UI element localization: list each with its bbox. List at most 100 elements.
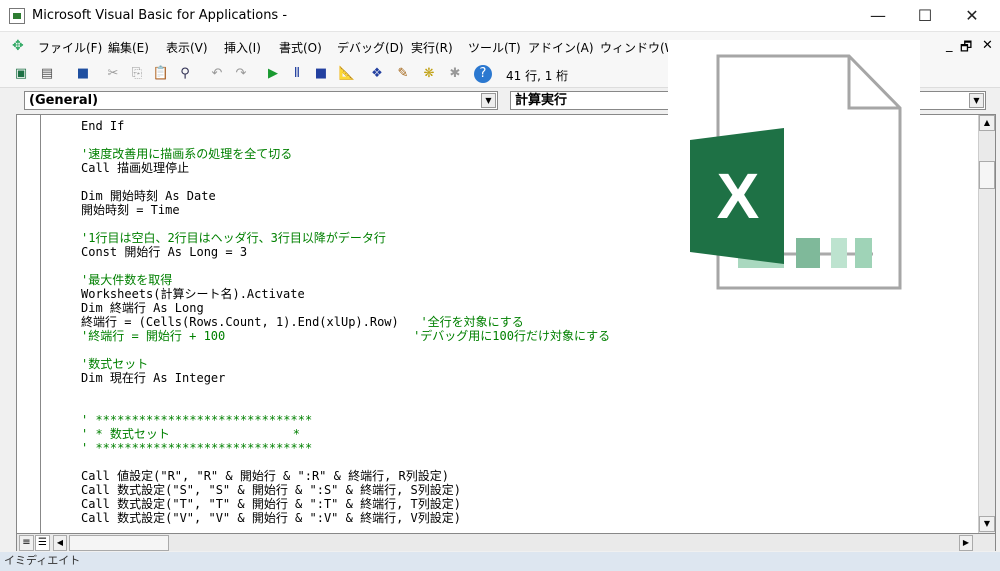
code-text: Call 数式設定("S", "S" & 開始行 & ":S" & 終端行, S… <box>81 483 461 497</box>
scroll-thumb[interactable] <box>979 161 995 189</box>
menu-format[interactable]: 書式(O) <box>279 39 322 56</box>
close-button[interactable]: ✕ <box>952 4 992 28</box>
save-icon[interactable]: ■ <box>74 65 92 83</box>
code-comment: '1行目は空白、2行目はヘッダ行、3行目以降がデータ行 <box>81 231 386 245</box>
code-comment: ' ****************************** <box>81 413 313 427</box>
horizontal-scrollbar[interactable]: ≡ ☰ ◀ ▶ <box>17 533 995 551</box>
vba-icon[interactable]: ✥ <box>12 38 24 54</box>
stop-icon[interactable]: ■ <box>312 65 330 83</box>
vertical-scrollbar[interactable]: ▲ ▼ <box>978 115 995 533</box>
code-text: Dim 現在行 As Integer <box>81 371 226 385</box>
code-comment: '最大件数を取得 <box>81 273 173 287</box>
code-text: Call 数式設定("V", "V" & 開始行 & ":V" & 終端行, V… <box>81 511 461 525</box>
code-text: 終端行 = (Cells(Rows.Count, 1).End(xlUp).Ro… <box>81 315 421 329</box>
code-line: Const 開始行 As Long = 3 <box>81 245 610 259</box>
full-module-view-icon[interactable]: ☰ <box>35 535 50 551</box>
code-text: Call 描画処理停止 <box>81 161 190 175</box>
code-text: Call 数式設定("T", "T" & 開始行 & ":T" & 終端行, T… <box>81 497 461 511</box>
code-line: End If <box>81 119 610 133</box>
app-icon <box>9 8 25 24</box>
menu-view[interactable]: 表示(V) <box>166 39 208 56</box>
toolbox-icon[interactable]: ✱ <box>446 65 464 83</box>
code-text: Dim 終端行 As Long <box>81 301 204 315</box>
object-browser-icon[interactable]: ❋ <box>420 65 438 83</box>
code-text: 開始時刻 = Time <box>81 203 180 217</box>
code-line: Dim 現在行 As Integer <box>81 371 610 385</box>
code-text: Call 値設定("R", "R" & 開始行 & ":R" & 終端行, R列… <box>81 469 449 483</box>
chevron-down-icon[interactable]: ▼ <box>969 93 984 108</box>
cursor-position: 41 行, 1 桁 <box>506 69 569 83</box>
project-explorer-icon[interactable]: ❖ <box>368 65 386 83</box>
code-comment: '速度改善用に描画系の処理を全て切る <box>81 147 293 161</box>
redo-icon[interactable]: ↷ <box>232 65 250 83</box>
code-comment: '全行を対象にする <box>420 315 524 329</box>
code-editor[interactable]: End If '速度改善用に描画系の処理を全て切る Call 描画処理停止 Dim… <box>81 119 610 525</box>
mdi-minimize-button[interactable]: _ <box>946 38 953 53</box>
title-bar: Microsoft Visual Basic for Applications … <box>0 0 1000 32</box>
scroll-left-icon[interactable]: ◀ <box>53 535 67 551</box>
procedure-view-icon[interactable]: ≡ <box>19 535 34 551</box>
chevron-down-icon[interactable]: ▼ <box>481 93 496 108</box>
code-line: '1行目は空白、2行目はヘッダ行、3行目以降がデータ行 <box>81 231 610 245</box>
menu-tools[interactable]: ツール(T) <box>468 39 521 56</box>
find-icon[interactable]: ⚲ <box>176 65 194 83</box>
insert-module-icon[interactable]: ▤ <box>38 65 56 83</box>
menu-debug[interactable]: デバッグ(D) <box>337 39 404 56</box>
paste-icon[interactable]: 📋 <box>152 65 170 83</box>
scroll-down-icon[interactable]: ▼ <box>979 516 995 532</box>
menu-run[interactable]: 実行(R) <box>411 39 453 56</box>
code-line: Call 描画処理停止 <box>81 161 610 175</box>
scroll-up-icon[interactable]: ▲ <box>979 115 995 131</box>
code-line: '速度改善用に描画系の処理を全て切る <box>81 147 610 161</box>
design-mode-icon[interactable]: 📐 <box>338 65 356 83</box>
maximize-button[interactable]: ☐ <box>905 4 945 28</box>
chart-bar-icon <box>831 238 847 268</box>
code-comment: '数式セット <box>81 357 149 371</box>
code-line: 開始時刻 = Time <box>81 203 610 217</box>
code-line: '数式セット <box>81 357 610 371</box>
code-comment: ' * 数式セット * <box>81 427 300 441</box>
margin-indicator-bar[interactable] <box>17 115 41 533</box>
run-icon[interactable]: ▶ <box>264 65 282 83</box>
menu-file[interactable]: ファイル(F) <box>38 39 102 56</box>
mdi-restore-button[interactable]: 🗗 <box>960 38 972 60</box>
pause-icon[interactable]: Ⅱ <box>288 65 306 83</box>
code-text: End If <box>81 119 125 133</box>
code-line: '最大件数を取得 <box>81 273 610 287</box>
code-line: Call 数式設定("V", "V" & 開始行 & ":V" & 終端行, V… <box>81 511 610 525</box>
mdi-close-button[interactable]: ✕ <box>982 38 993 53</box>
code-line: '終端行 = 開始行 + 100 'デバッグ用に100行だけ対象にする <box>81 329 610 343</box>
menu-addins[interactable]: アドイン(A) <box>528 39 594 56</box>
excel-icon[interactable]: ▣ <box>12 65 30 83</box>
scroll-right-icon[interactable]: ▶ <box>959 535 973 551</box>
cut-icon[interactable]: ✂ <box>104 65 122 83</box>
copy-icon[interactable]: ⎘ <box>128 65 146 83</box>
undo-icon[interactable]: ↶ <box>208 65 226 83</box>
properties-icon[interactable]: ✎ <box>394 65 412 83</box>
code-line: Call 数式設定("S", "S" & 開始行 & ":S" & 終端行, S… <box>81 483 610 497</box>
code-line: Worksheets(計算シート名).Activate <box>81 287 610 301</box>
code-text: Const 開始行 As Long = 3 <box>81 245 248 259</box>
code-line: ' ****************************** <box>81 441 610 455</box>
code-text: Worksheets(計算シート名).Activate <box>81 287 305 301</box>
immediate-window-title: イミディエイト <box>0 552 1000 571</box>
excel-x-letter: X <box>717 160 760 232</box>
menu-insert[interactable]: 挿入(I) <box>224 39 261 56</box>
minimize-button[interactable]: — <box>858 4 898 28</box>
code-line: 終端行 = (Cells(Rows.Count, 1).End(xlUp).Ro… <box>81 315 610 329</box>
menu-edit[interactable]: 編集(E) <box>108 39 149 56</box>
hscroll-thumb[interactable] <box>69 535 169 551</box>
code-line: ' * 数式セット * <box>81 427 610 441</box>
code-text: Dim 開始時刻 As Date <box>81 189 216 203</box>
code-line: Call 値設定("R", "R" & 開始行 & ":R" & 終端行, R列… <box>81 469 610 483</box>
window-title: Microsoft Visual Basic for Applications … <box>32 8 288 23</box>
code-line: ' ****************************** <box>81 413 610 427</box>
help-icon[interactable]: ? <box>474 65 492 83</box>
object-combo[interactable]: (General) ▼ <box>24 91 498 110</box>
chart-bar-icon <box>855 238 872 268</box>
